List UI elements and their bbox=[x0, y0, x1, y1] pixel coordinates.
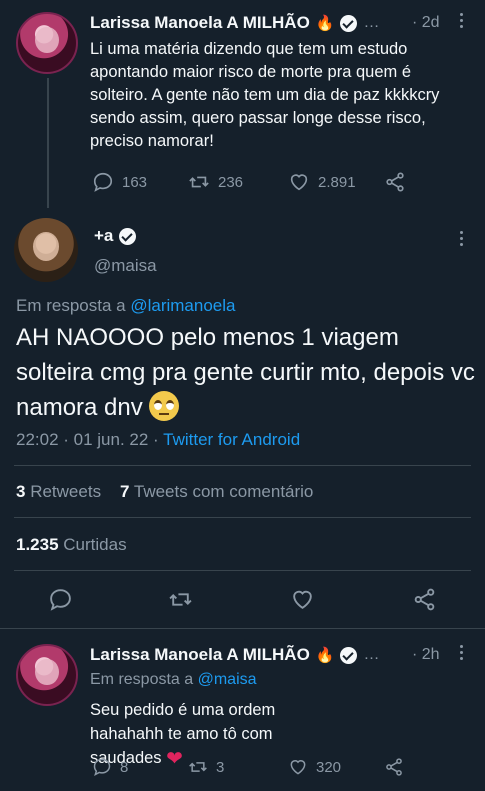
retweet-count: 3 bbox=[216, 758, 225, 776]
divider bbox=[0, 628, 485, 629]
retweet-count: 236 bbox=[218, 173, 244, 191]
name-ellipsis: … bbox=[363, 646, 380, 663]
reply-prefix: Em resposta a bbox=[16, 296, 126, 315]
tweet-time[interactable]: · 2d bbox=[412, 14, 440, 32]
like-count: 320 bbox=[316, 758, 342, 776]
share-button[interactable] bbox=[412, 587, 437, 612]
retweet-button[interactable] bbox=[168, 587, 193, 612]
author-name[interactable]: +a bbox=[94, 226, 113, 246]
rolling-eyes-emoji-icon bbox=[149, 391, 180, 421]
retweet-button[interactable]: 3 bbox=[188, 757, 224, 777]
fire-icon: 🔥 bbox=[315, 15, 335, 32]
share-icon bbox=[386, 172, 404, 192]
share-button[interactable] bbox=[384, 171, 406, 193]
like-button[interactable]: 2.891 bbox=[288, 171, 356, 193]
like-button[interactable]: 320 bbox=[288, 757, 341, 777]
tweet-time[interactable]: · 2h bbox=[412, 646, 440, 664]
retweet-icon bbox=[189, 762, 207, 772]
tweet-source[interactable]: Twitter for Android bbox=[163, 430, 300, 449]
reply-prefix: Em resposta a bbox=[90, 671, 194, 688]
reply-context: Em resposta a @maisa bbox=[90, 671, 257, 689]
red-heart-emoji-icon: ❤ bbox=[166, 748, 183, 770]
more-options-icon[interactable] bbox=[452, 642, 472, 662]
retweet-icon bbox=[169, 593, 192, 606]
tweet-text: AH NAOOOO pelo menos 1 viagem solteira c… bbox=[16, 320, 476, 425]
verified-icon bbox=[340, 646, 358, 664]
retweet-stat[interactable]: 3 Retweets bbox=[16, 482, 101, 501]
like-count: 2.891 bbox=[318, 173, 356, 191]
heart-icon bbox=[293, 590, 312, 609]
more-options-icon[interactable] bbox=[452, 10, 472, 30]
reply-button[interactable]: 163 bbox=[92, 171, 147, 193]
tweet-text-content: AH NAOOOO pelo menos 1 viagem solteira c… bbox=[16, 324, 475, 421]
reply-context: Em resposta a @larimanoela bbox=[16, 296, 235, 316]
quote-stat[interactable]: 7 Tweets com comentário bbox=[120, 482, 313, 501]
divider bbox=[14, 465, 471, 466]
avatar-larissa[interactable] bbox=[16, 644, 78, 706]
heart-icon bbox=[290, 760, 306, 775]
tweet-meta: 22:02 · 01 jun. 22 · Twitter for Android bbox=[16, 430, 300, 450]
author-handle[interactable]: @maisa bbox=[94, 256, 157, 276]
engagement-stats: 3 Retweets 7 Tweets com comentário bbox=[16, 482, 313, 502]
fire-icon: 🔥 bbox=[315, 647, 335, 664]
share-icon bbox=[414, 588, 435, 611]
heart-icon bbox=[290, 174, 308, 191]
avatar-maisa[interactable] bbox=[14, 218, 78, 282]
reply-icon bbox=[50, 589, 71, 611]
tweet-text: Li uma matéria dizendo que tem um estudo… bbox=[90, 40, 440, 150]
reply-count: 163 bbox=[122, 173, 148, 191]
author-name[interactable]: Larissa Manoela A MILHÃO bbox=[90, 645, 310, 665]
reply-button[interactable]: 8 bbox=[92, 757, 128, 777]
retweet-icon bbox=[189, 176, 209, 188]
verified-icon bbox=[340, 14, 358, 32]
more-options-icon[interactable] bbox=[452, 228, 472, 248]
reply-count: 8 bbox=[120, 758, 129, 776]
share-icon bbox=[386, 758, 402, 776]
share-button[interactable] bbox=[384, 757, 404, 777]
retweet-button[interactable]: 236 bbox=[188, 171, 243, 193]
likes-stat[interactable]: 1.235 Curtidas bbox=[16, 535, 127, 555]
verified-icon bbox=[119, 227, 137, 245]
like-button[interactable] bbox=[290, 587, 315, 612]
reply-to-link[interactable]: @larimanoela bbox=[130, 296, 235, 315]
avatar-larissa[interactable] bbox=[16, 12, 78, 74]
reply-button[interactable] bbox=[48, 587, 73, 612]
name-ellipsis: … bbox=[363, 14, 380, 31]
divider bbox=[14, 570, 471, 571]
reply-icon bbox=[93, 758, 111, 777]
reply-to-link[interactable]: @maisa bbox=[198, 671, 257, 688]
author-name[interactable]: Larissa Manoela A MILHÃO bbox=[90, 13, 310, 33]
tweet-timestamp[interactable]: 22:02 · 01 jun. 22 · bbox=[16, 430, 159, 449]
reply-icon bbox=[93, 172, 113, 192]
divider bbox=[14, 517, 471, 518]
thread-line bbox=[47, 78, 49, 208]
